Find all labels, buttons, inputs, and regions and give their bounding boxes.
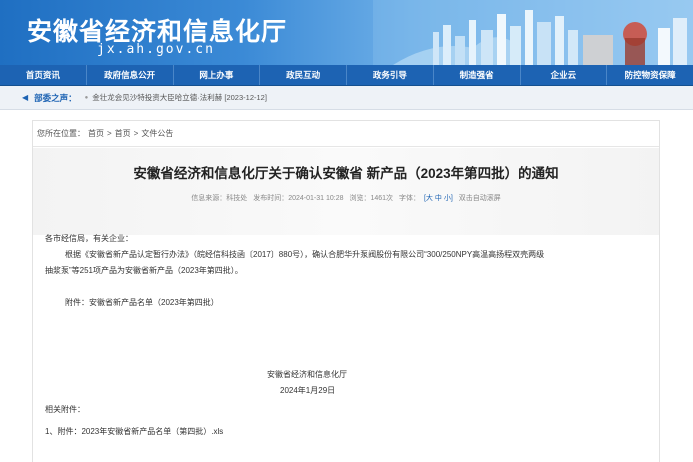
- meta-views: 浏览：1461次: [349, 195, 394, 202]
- breadcrumb-separator: >: [107, 129, 112, 138]
- city-skyline-banner: [373, 0, 693, 65]
- font-size-switch[interactable]: [大 中 小]: [424, 195, 453, 202]
- signature: 安徽省经济和信息化厅: [267, 370, 347, 379]
- breadcrumb-separator: >: [133, 129, 139, 138]
- nav-item-guidance[interactable]: 政务引导: [347, 65, 434, 85]
- breadcrumb-page-link[interactable]: 首页: [115, 129, 131, 138]
- ticker-arrow-icon[interactable]: ◀: [22, 93, 28, 102]
- nav-item-interaction[interactable]: 政民互动: [260, 65, 347, 85]
- breadcrumb-home-link[interactable]: 首页: [88, 129, 104, 138]
- nav-item-supplies[interactable]: 防控物资保障: [607, 65, 693, 85]
- auto-scroll-toggle[interactable]: 双击自动滚屏: [459, 195, 501, 202]
- breadcrumb-current[interactable]: 文件公告: [141, 129, 173, 138]
- main-nav: 首页资讯 政府信息公开 网上办事 政民互动 政务引导 制造强省 企业云 防控物资…: [0, 65, 693, 86]
- related-attachments-label: 相关附件：: [45, 405, 85, 414]
- ticker-label: 部委之声：: [34, 92, 77, 103]
- content-panel: 您所在位置： 首页 > 首页 > 文件公告 安徽省经济和信息化厅关于确认安徽省 新产品（2…: [32, 120, 660, 462]
- body-paragraph-cont: 抽浆泵”等251项产品为安徽省新产品（2023年第四批）。: [45, 266, 243, 275]
- signature-date: 2024年1月29日: [280, 386, 336, 395]
- nav-item-home-news[interactable]: 首页资讯: [0, 65, 87, 85]
- article-title: 安徽省经济和信息化厅关于确认安徽省 新产品（2023年第四批）的通知: [133, 166, 559, 181]
- site-domain: jx.ah.gov.cn: [97, 42, 215, 57]
- nav-item-enterprise-cloud[interactable]: 企业云: [521, 65, 608, 85]
- breadcrumb: 您所在位置： 首页 > 首页 > 文件公告: [33, 121, 659, 147]
- article-header: 安徽省经济和信息化厅关于确认安徽省 新产品（2023年第四批）的通知 信息来源：…: [33, 148, 659, 235]
- nav-item-gov-info[interactable]: 政府信息公开: [87, 65, 174, 85]
- ticker-news-link[interactable]: 金壮龙会见沙特投资大臣哈立德·法利赫 [2023-12-12]: [92, 92, 267, 103]
- meta-source: 信息来源：科技处: [191, 195, 248, 202]
- nav-item-manufacturing[interactable]: 制造强省: [434, 65, 521, 85]
- site-header: 安徽省经济和信息化厅 jx.ah.gov.cn: [0, 0, 693, 65]
- news-ticker: ◀ 部委之声： ● 金壮龙会见沙特投资大臣哈立德·法利赫 [2023-12-12…: [0, 86, 693, 110]
- meta-date: 发布时间：2024-01-31 10:28: [253, 195, 344, 202]
- related-attachment-link[interactable]: 1、附件：2023年安徽省新产品名单（第四批）.xls: [45, 424, 223, 440]
- meta-font-label: 字体：: [398, 195, 420, 202]
- ticker-bullet-icon: ●: [84, 94, 89, 101]
- body-paragraph: 根据《安徽省新产品认定暂行办法》（皖经信科技函〔2017〕880号），确认合肥华…: [65, 250, 545, 259]
- salutation: 各市经信局，有关企业：: [45, 234, 133, 243]
- article-meta: 信息来源：科技处 发布时间：2024-01-31 10:28 浏览：1461次 …: [33, 193, 659, 203]
- breadcrumb-prefix: 您所在位置：: [37, 129, 85, 138]
- nav-item-online-service[interactable]: 网上办事: [174, 65, 261, 85]
- attachment-line: 附件：安徽省新产品名单（2023年第四批）: [65, 298, 219, 307]
